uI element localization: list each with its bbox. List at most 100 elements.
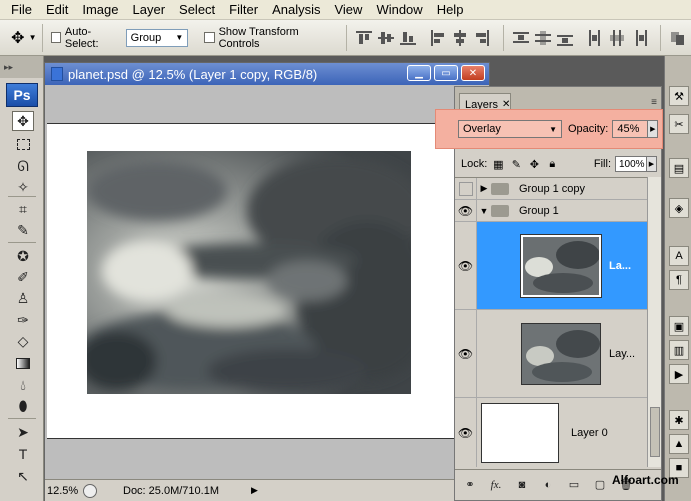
opacity-slider-arrow-icon[interactable]: ▶ xyxy=(648,120,659,138)
document-title: planet.psd @ 12.5% (Layer 1 copy, RGB/8) xyxy=(68,66,318,82)
info-panel-icon[interactable]: ▣ xyxy=(669,316,689,336)
history-panel-icon[interactable]: ⚒ xyxy=(669,86,689,106)
minimize-button[interactable]: ▁ xyxy=(407,65,431,81)
tool-preset-picker[interactable]: ✥ ▼ xyxy=(6,23,43,52)
layer-row[interactable]: 👁︎ Lay... xyxy=(455,310,647,398)
lasso-tool-icon[interactable]: ᘏ xyxy=(12,156,34,176)
slice-tool-icon[interactable]: ✎ xyxy=(12,220,34,240)
lock-position-icon[interactable]: ✥ xyxy=(527,157,541,171)
layers-panel-icon[interactable]: ◈ xyxy=(669,198,689,218)
new-layer-icon[interactable]: ▢ xyxy=(591,477,609,493)
layer-row[interactable]: 👁︎ La... xyxy=(455,222,647,310)
maximize-button[interactable]: ▭ xyxy=(434,65,458,81)
layer-row[interactable]: ▶ Group 1 copy xyxy=(455,178,647,200)
move-tool-icon[interactable]: ✥ xyxy=(12,111,34,131)
layer-row[interactable]: 👁︎ Layer 0 xyxy=(455,398,647,467)
auto-select-checkbox[interactable] xyxy=(50,32,61,43)
eraser-tool-icon[interactable]: ◇ xyxy=(12,331,34,351)
fill-input[interactable]: 100% xyxy=(615,156,647,172)
menu-layer[interactable]: Layer xyxy=(126,0,173,20)
healing-brush-tool-icon[interactable]: ✪ xyxy=(12,246,34,266)
character-panel-icon[interactable]: A xyxy=(669,246,689,266)
brush-tool-icon[interactable]: ✐ xyxy=(12,267,34,287)
add-mask-icon[interactable]: ◙ xyxy=(513,477,531,493)
opacity-input[interactable]: 45% xyxy=(612,120,649,138)
visibility-toggle[interactable]: 👁︎ xyxy=(455,200,477,221)
visibility-toggle[interactable]: 👁︎ xyxy=(455,398,477,467)
align-bottom-icon[interactable] xyxy=(399,29,417,47)
zoom-level[interactable]: 12.5% xyxy=(45,485,83,497)
actions-panel-icon[interactable]: ✂ xyxy=(669,114,689,134)
distribute-right-icon[interactable] xyxy=(630,29,648,47)
magic-wand-tool-icon[interactable]: ✧ xyxy=(12,177,34,197)
layer-list-scrollbar[interactable] xyxy=(647,177,661,467)
blend-mode-dropdown[interactable]: Overlay ▼ xyxy=(458,120,562,138)
document-canvas[interactable] xyxy=(47,123,489,439)
folder-icon xyxy=(491,182,509,195)
styles-panel-icon[interactable]: ▶ xyxy=(669,364,689,384)
marquee-tool-icon[interactable] xyxy=(12,134,34,154)
menu-select[interactable]: Select xyxy=(172,0,222,20)
menu-analysis[interactable]: Analysis xyxy=(265,0,327,20)
visibility-toggle[interactable]: 👁︎ xyxy=(455,222,477,309)
align-right-icon[interactable] xyxy=(473,29,491,47)
menu-window[interactable]: Window xyxy=(369,0,429,20)
distribute-bottom-icon[interactable] xyxy=(556,29,574,47)
dodge-tool-icon[interactable]: ⬮ xyxy=(12,396,34,416)
tools-panel-grip[interactable]: ▸▸ xyxy=(0,56,43,78)
brushes-panel-icon[interactable]: ✱ xyxy=(669,410,689,430)
tools-panel: ▸▸ Ps ✥ ᘏ ✧ ⌗ ✎ ✪ ✐ ♙ ✑ ◇ 💧︎ ⬮ ➤ T ↖ xyxy=(0,56,44,501)
menu-help[interactable]: Help xyxy=(430,0,471,20)
history-brush-tool-icon[interactable]: ✑ xyxy=(12,310,34,330)
swatches-panel-icon[interactable]: ▥ xyxy=(669,340,689,360)
menu-file[interactable]: File xyxy=(4,0,39,20)
menu-image[interactable]: Image xyxy=(75,0,125,20)
auto-align-icon[interactable] xyxy=(669,29,687,47)
collapse-arrow-icon[interactable]: ▼ xyxy=(477,206,491,216)
blur-tool-icon[interactable]: 💧︎ xyxy=(12,375,34,395)
lock-all-icon[interactable]: 🔒︎ xyxy=(545,157,559,171)
layer-style-icon[interactable]: fx. xyxy=(487,477,505,493)
canvas-area[interactable] xyxy=(45,85,489,479)
visibility-toggle[interactable]: 👁︎ xyxy=(455,310,477,397)
layer-name: Group 1 xyxy=(519,204,559,217)
menu-edit[interactable]: Edit xyxy=(39,0,75,20)
distribute-hcenter-icon[interactable] xyxy=(608,29,626,47)
close-button[interactable]: ✕ xyxy=(461,65,485,81)
lock-transparency-icon[interactable]: ▦ xyxy=(491,157,505,171)
distribute-left-icon[interactable] xyxy=(586,29,604,47)
align-vcenter-icon[interactable] xyxy=(377,29,395,47)
new-group-icon[interactable]: ▭ xyxy=(565,477,583,493)
visibility-toggle[interactable] xyxy=(455,178,477,199)
adjustment-layer-icon[interactable]: ◐ xyxy=(539,477,557,493)
document-titlebar[interactable]: planet.psd @ 12.5% (Layer 1 copy, RGB/8)… xyxy=(45,63,489,85)
menu-filter[interactable]: Filter xyxy=(222,0,265,20)
layer-row[interactable]: 👁︎ ▼ Group 1 xyxy=(455,200,647,222)
align-hcenter-icon[interactable] xyxy=(451,29,469,47)
navigator-panel-icon[interactable]: ▤ xyxy=(669,158,689,178)
align-top-icon[interactable] xyxy=(355,29,373,47)
panel-menu-icon[interactable]: ≡ xyxy=(651,97,657,108)
distribute-vcenter-icon[interactable] xyxy=(534,29,552,47)
menu-view[interactable]: View xyxy=(327,0,369,20)
paragraph-panel-icon[interactable]: ¶ xyxy=(669,270,689,290)
fill-slider-arrow-icon[interactable]: ▶ xyxy=(647,156,657,172)
status-menu-arrow-icon[interactable]: ▶ xyxy=(251,485,258,496)
status-info-icon[interactable] xyxy=(83,483,97,498)
distribute-top-icon[interactable] xyxy=(512,29,530,47)
expand-arrow-icon[interactable]: ▶ xyxy=(477,183,491,194)
transform-controls-checkbox[interactable] xyxy=(204,32,215,43)
link-layers-icon[interactable]: ⚭ xyxy=(461,477,479,493)
lock-pixels-icon[interactable]: ✎ xyxy=(509,157,523,171)
clone-stamp-tool-icon[interactable]: ♙ xyxy=(12,288,34,308)
type-tool-icon[interactable]: T xyxy=(12,444,34,464)
crop-tool-icon[interactable]: ⌗ xyxy=(12,199,34,219)
gradient-tool-icon[interactable] xyxy=(12,353,34,373)
scrollbar-thumb[interactable] xyxy=(650,407,660,457)
auto-select-dropdown[interactable]: Group ▼ xyxy=(125,28,189,47)
align-left-icon[interactable] xyxy=(429,29,447,47)
path-selection-tool-icon[interactable]: ➤ xyxy=(12,422,34,442)
align-buttons-group xyxy=(346,24,495,51)
direct-selection-tool-icon[interactable]: ↖ xyxy=(12,466,34,486)
histogram-panel-icon[interactable]: ▲ xyxy=(669,434,689,454)
